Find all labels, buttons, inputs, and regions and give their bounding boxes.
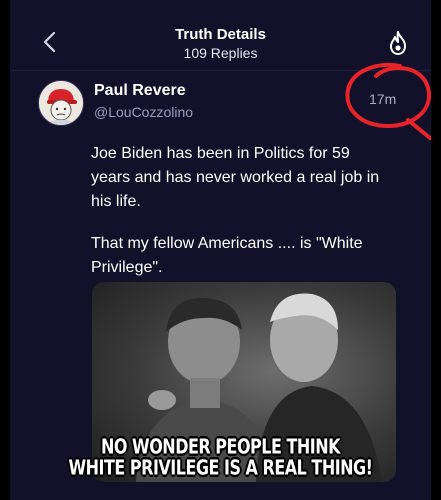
post-timestamp: 17m [369, 91, 397, 107]
screen-frame-right [431, 0, 441, 500]
flame-icon [390, 31, 406, 55]
reply-count: 109 Replies [183, 45, 258, 61]
flame-button[interactable] [387, 30, 409, 56]
page-title: Truth Details [175, 26, 266, 43]
truth-details-screen: Truth Details 109 Replies Paul Revere @L… [0, 0, 441, 500]
author-name[interactable]: Paul Revere [94, 82, 186, 100]
post-paragraph: Joe Biden has been in Politics for 59 ye… [91, 145, 380, 210]
author-handle[interactable]: @LouCozzolino [94, 104, 193, 120]
image-caption-line: WHITE PRIVILEGE IS A REAL THING! [68, 455, 373, 480]
avatar[interactable] [38, 80, 84, 126]
avatar-image [39, 81, 83, 125]
screen-frame-left [0, 0, 10, 500]
app-header: Truth Details 109 Replies [10, 0, 431, 71]
post-paragraph: That my fellow Americans .... is "White … [91, 235, 363, 276]
